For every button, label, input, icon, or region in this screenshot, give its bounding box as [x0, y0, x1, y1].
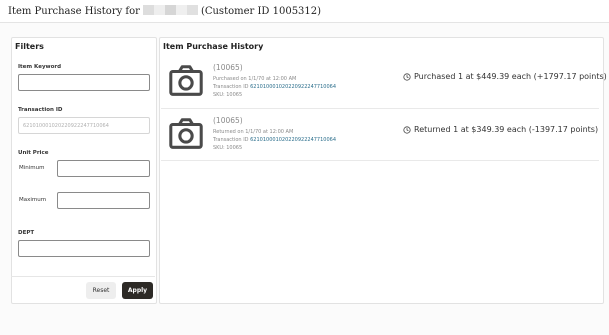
page-title: Item Purchase History for (Customer ID 10… [8, 5, 322, 17]
item-id: (10065) [213, 63, 243, 72]
row-divider [161, 160, 599, 161]
item-keyword-label: Item Keyword [18, 64, 62, 70]
minimum-label: Minimum [19, 165, 45, 171]
minimum-price-input[interactable] [57, 160, 150, 177]
item-keyword-input[interactable] [18, 74, 150, 91]
history-title: Item Purchase History [163, 42, 264, 51]
transaction-id-input[interactable]: 621010001020220922247710064 [18, 117, 150, 134]
clock-icon [403, 125, 411, 134]
reset-button[interactable]: Reset [86, 282, 116, 299]
camera-icon [169, 118, 203, 149]
transaction-id-link[interactable]: 621010001020220922247710064 [250, 137, 336, 143]
filters-divider [11, 276, 155, 277]
transaction-id-link[interactable]: 621010001020220922247710064 [250, 84, 336, 90]
return-date: Returned on 1/1/70 at 12:00 AM [213, 129, 294, 135]
filters-title: Filters [15, 42, 44, 51]
maximum-price-input[interactable] [57, 192, 150, 209]
redacted-customer-name [142, 5, 198, 15]
history-row[interactable]: (10065) Purchased on 1/1/70 at 12:00 AM … [161, 57, 607, 109]
unit-price-label: Unit Price [18, 150, 49, 156]
transaction-line: Transaction ID 6210100010202209222477100… [213, 137, 337, 143]
purchase-summary: Purchased 1 at $449.39 each (+1797.17 po… [403, 72, 607, 81]
item-id: (10065) [213, 116, 243, 125]
camera-icon [169, 65, 203, 96]
clock-icon [403, 72, 411, 81]
transaction-id-label: Transaction ID [18, 107, 63, 113]
maximum-label: Maximum [19, 197, 47, 203]
purchase-date: Purchased on 1/1/70 at 12:00 AM [213, 76, 297, 82]
transaction-line: Transaction ID 6210100010202209222477100… [213, 84, 337, 90]
row-divider [161, 108, 599, 109]
history-row[interactable]: (10065) Returned on 1/1/70 at 12:00 AM T… [161, 110, 599, 162]
sku: SKU: 10065 [213, 145, 243, 151]
dept-label: DEPT [18, 230, 35, 236]
dept-input[interactable] [18, 240, 150, 257]
page-header: Item Purchase History for (Customer ID 10… [0, 0, 609, 23]
apply-button[interactable]: Apply [122, 282, 153, 299]
return-summary: Returned 1 at $349.39 each (-1397.17 poi… [403, 125, 598, 134]
sku: SKU: 10065 [213, 92, 243, 98]
